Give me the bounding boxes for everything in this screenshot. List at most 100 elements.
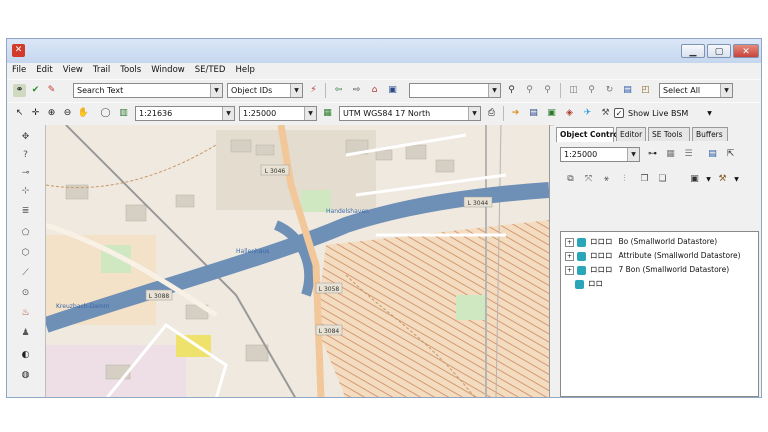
shape-icon[interactable]: ⬡ bbox=[19, 247, 32, 260]
scale-select-primary[interactable]: 1:21636 ▼ bbox=[135, 106, 235, 121]
menu-tools[interactable]: Tools bbox=[115, 63, 146, 78]
forward-arrow-icon[interactable]: ⇨ bbox=[350, 84, 363, 97]
projection-select[interactable]: UTM WGS84 17 North ▼ bbox=[339, 106, 481, 121]
chevron-down-icon[interactable]: ▼ bbox=[627, 148, 639, 161]
layers-tool-icon[interactable]: ⧉ bbox=[564, 173, 577, 186]
route-icon[interactable]: ⊹ bbox=[19, 185, 32, 198]
check-icon[interactable]: ✔ bbox=[29, 84, 42, 97]
zoom-out-icon[interactable]: ⊖ bbox=[61, 107, 74, 120]
grid-icon[interactable]: ▦ bbox=[664, 148, 677, 161]
wand-icon[interactable]: ⚹ bbox=[600, 173, 613, 186]
scale-select-secondary[interactable]: 1:25000 ▼ bbox=[239, 106, 317, 121]
tools-icon[interactable]: ⚒ bbox=[716, 173, 729, 186]
tab-editor[interactable]: Editor bbox=[616, 127, 646, 141]
refresh-icon[interactable]: ↻ bbox=[603, 84, 616, 97]
select-icon[interactable]: ◰ bbox=[639, 84, 652, 97]
split-icon[interactable]: ⫶ bbox=[618, 173, 631, 186]
fire-icon[interactable]: ♨ bbox=[19, 307, 32, 320]
zoom-icon[interactable]: ⚲ bbox=[505, 84, 518, 97]
person-icon[interactable]: ♟ bbox=[19, 327, 32, 340]
export-icon[interactable]: ⇱ bbox=[724, 148, 737, 161]
expand-icon[interactable]: + bbox=[565, 265, 574, 275]
search-input[interactable]: Search Text ▼ bbox=[73, 83, 223, 98]
show-live-bsm-checkbox[interactable]: ✓ bbox=[614, 108, 624, 118]
back-arrow-icon[interactable]: ⇦ bbox=[332, 84, 345, 97]
chevron-down-icon[interactable]: ▼ bbox=[488, 84, 500, 97]
chevron-down-icon[interactable]: ▼ bbox=[730, 173, 743, 186]
map-canvas[interactable]: L 3046 L 3044 L 3088 L 3058 L 3084 Hande… bbox=[46, 125, 550, 398]
maximize-button[interactable]: ▢ bbox=[707, 44, 731, 58]
chevron-down-icon[interactable]: ▼ bbox=[290, 84, 302, 97]
polygon-icon[interactable]: ⬠ bbox=[19, 227, 32, 240]
stack-icon[interactable]: ≣ bbox=[19, 205, 32, 218]
tree-item[interactable]: + ロロロ Bo (Smallworld Datastore) bbox=[565, 236, 717, 248]
node-icon[interactable]: ⊙ bbox=[19, 287, 32, 300]
close-button[interactable]: ✕ bbox=[733, 44, 759, 58]
panel-scale-select[interactable]: 1:25000 ▼ bbox=[560, 147, 640, 162]
chevron-down-icon[interactable]: ▼ bbox=[703, 107, 716, 120]
menu-se-ted[interactable]: SE/TED bbox=[190, 63, 231, 78]
tab-object-control[interactable]: Object Control bbox=[556, 127, 621, 142]
chevron-down-icon[interactable]: ▼ bbox=[304, 107, 316, 120]
tree-item[interactable]: ロロ bbox=[575, 278, 609, 290]
menu-file[interactable]: File bbox=[7, 63, 31, 78]
measure-icon[interactable]: ⊸ bbox=[19, 167, 32, 180]
zoom-fit-icon[interactable]: ⚲ bbox=[541, 84, 554, 97]
zoom-select-icon[interactable]: ⚲ bbox=[523, 84, 536, 97]
home-icon[interactable]: ⌂ bbox=[368, 84, 381, 97]
binoculars-icon[interactable]: ⊶ bbox=[646, 148, 659, 161]
image-icon[interactable]: ▣ bbox=[545, 107, 558, 120]
magnifier-icon[interactable]: ⚲ bbox=[585, 84, 598, 97]
chevron-down-icon[interactable]: ▼ bbox=[468, 107, 480, 120]
layer-edit-icon[interactable]: ◈ bbox=[563, 107, 576, 120]
chevron-down-icon[interactable]: ▼ bbox=[222, 107, 234, 120]
chevron-down-icon[interactable]: ▼ bbox=[702, 173, 715, 186]
chevron-down-icon[interactable]: ▼ bbox=[720, 84, 732, 97]
menu-trail[interactable]: Trail bbox=[88, 63, 115, 78]
expand-icon[interactable]: + bbox=[565, 237, 574, 247]
map-graphic[interactable]: L 3046 L 3044 L 3088 L 3058 L 3084 Hande… bbox=[46, 125, 549, 398]
save-icon[interactable]: ▣ bbox=[688, 173, 701, 186]
map-page-icon[interactable]: ▥ bbox=[117, 107, 130, 120]
location-select[interactable]: ▼ bbox=[409, 83, 501, 98]
wrench-icon[interactable]: ⚒ bbox=[599, 107, 612, 120]
pan-hand-icon[interactable]: ✋ bbox=[77, 107, 90, 120]
transform-icon[interactable]: ⤧ bbox=[582, 173, 595, 186]
contrast-icon[interactable]: ◐ bbox=[19, 349, 32, 362]
bookmark-icon[interactable]: ▣ bbox=[386, 84, 399, 97]
pin-icon[interactable]: ✎ bbox=[45, 84, 58, 97]
paste-icon[interactable]: ❏ bbox=[656, 173, 669, 186]
find-tool-icon[interactable]: ⚡ bbox=[307, 84, 320, 97]
globe-icon[interactable]: ◍ bbox=[19, 369, 32, 382]
chevron-down-icon[interactable]: ▼ bbox=[210, 84, 222, 97]
layer-icon[interactable]: ◫ bbox=[567, 84, 580, 97]
database-icon[interactable]: ▤ bbox=[621, 84, 634, 97]
minimize-button[interactable]: ▁ bbox=[681, 44, 705, 58]
tab-se-tools[interactable]: SE Tools bbox=[648, 127, 690, 141]
tree-item[interactable]: + ロロロ Attribute (Smallworld Datastore) bbox=[565, 250, 741, 262]
expand-icon[interactable]: + bbox=[565, 251, 574, 261]
layers-icon[interactable]: ⚭ bbox=[13, 84, 26, 97]
list-icon[interactable]: ☰ bbox=[682, 148, 695, 161]
circle-icon[interactable]: ◯ bbox=[99, 107, 112, 120]
book-open-icon[interactable]: ▤ bbox=[706, 148, 719, 161]
menu-window[interactable]: Window bbox=[146, 63, 190, 78]
zoom-in-icon[interactable]: ⊕ bbox=[45, 107, 58, 120]
menu-edit[interactable]: Edit bbox=[31, 63, 57, 78]
menu-help[interactable]: Help bbox=[230, 63, 259, 78]
object-ids-select[interactable]: Object IDs ▼ bbox=[227, 83, 303, 98]
arrow-right-icon[interactable]: ➔ bbox=[509, 107, 522, 120]
line-icon[interactable]: ⟋ bbox=[19, 267, 32, 280]
crosshair-icon[interactable]: ✛ bbox=[29, 107, 42, 120]
book-icon[interactable]: ▤ bbox=[527, 107, 540, 120]
select-all-dropdown[interactable]: Select All ▼ bbox=[659, 83, 733, 98]
edit-tool-icon[interactable]: ✥ bbox=[19, 131, 32, 144]
plane-icon[interactable]: ✈ bbox=[581, 107, 594, 120]
tab-buffers[interactable]: Buffers bbox=[692, 127, 728, 141]
menu-view[interactable]: View bbox=[58, 63, 88, 78]
copy-icon[interactable]: ❐ bbox=[638, 173, 651, 186]
pointer-icon[interactable]: ↖ bbox=[13, 107, 26, 120]
help-pointer-icon[interactable]: ? bbox=[19, 149, 32, 162]
tree-item[interactable]: + ロロロ 7 Bon (Smallworld Datastore) bbox=[565, 264, 729, 276]
print-icon[interactable]: ⎙ bbox=[485, 107, 498, 120]
